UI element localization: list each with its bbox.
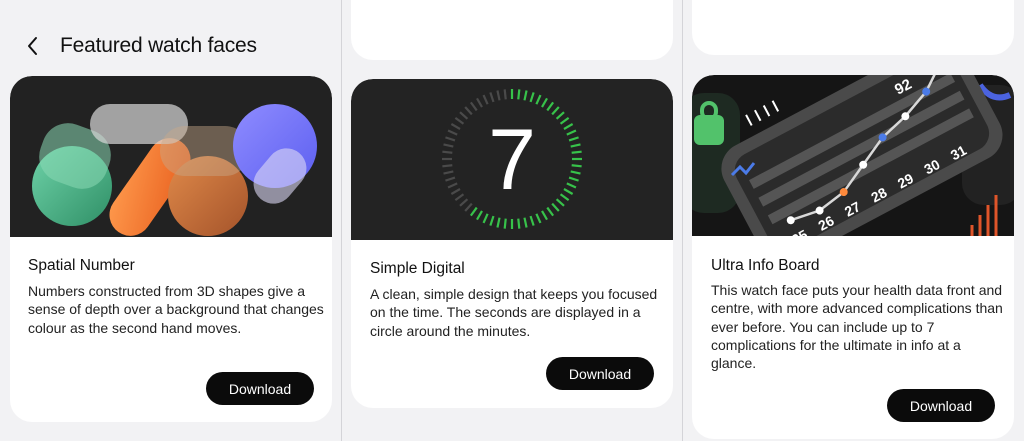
second-tick: [464, 106, 473, 116]
simple-digital-image: 7: [442, 89, 582, 229]
second-tick: [523, 217, 528, 228]
second-tick: [571, 150, 582, 154]
second-tick: [559, 193, 570, 202]
second-tick: [568, 136, 579, 142]
second-tick: [443, 143, 454, 148]
second-tick: [559, 116, 570, 125]
card-description: Numbers constructed from 3D shapes give …: [28, 283, 324, 336]
second-tick: [546, 101, 555, 112]
card-title: Ultra Info Board: [711, 257, 820, 274]
preview-ticks: [745, 100, 780, 126]
second-tick: [555, 198, 565, 207]
second-tick: [551, 106, 560, 116]
preview-digit: 7: [488, 112, 536, 208]
second-tick: [503, 89, 507, 100]
second-tick: [469, 206, 478, 217]
second-tick: [563, 123, 574, 130]
panel-simple-digital: 7 Simple Digital A clean, simple design …: [342, 0, 682, 441]
card-title: Spatial Number: [28, 257, 135, 274]
second-tick: [442, 150, 453, 154]
second-tick: [447, 129, 458, 136]
card-title: Simple Digital: [370, 260, 465, 277]
second-tick: [447, 182, 458, 189]
second-tick: [503, 218, 507, 229]
second-tick: [464, 202, 473, 212]
second-tick: [546, 206, 555, 217]
second-tick: [566, 182, 577, 189]
second-tick: [566, 129, 577, 136]
second-tick: [450, 123, 461, 130]
second-tick: [459, 111, 469, 120]
download-button[interactable]: Download: [206, 372, 314, 405]
second-tick: [541, 210, 548, 221]
second-tick: [568, 176, 579, 182]
second-tick: [476, 210, 483, 221]
ultra-info-board-preview: 25262728293031 92: [692, 75, 1014, 236]
second-tick: [529, 92, 535, 103]
watch-face-card-ultra-info-board[interactable]: 25262728293031 92 Ultra Info Board This …: [692, 75, 1014, 439]
second-tick: [450, 188, 461, 195]
second-tick: [454, 193, 465, 202]
second-tick: [517, 218, 521, 229]
second-tick: [523, 90, 528, 101]
simple-digital-preview: 7: [351, 79, 673, 240]
second-tick: [541, 97, 548, 108]
second-tick: [445, 176, 456, 182]
second-tick: [482, 213, 489, 224]
second-tick: [529, 215, 535, 226]
second-tick: [496, 217, 501, 228]
second-tick: [442, 164, 453, 168]
second-tick: [489, 92, 495, 103]
second-tick: [443, 170, 454, 175]
page-title: Featured watch faces: [60, 34, 257, 57]
spatial-number-preview: [10, 76, 332, 237]
second-tick: [517, 89, 521, 100]
second-tick: [476, 97, 483, 108]
panel-featured-list: Featured watch faces Spatial Number Numb…: [0, 0, 341, 441]
second-tick: [482, 94, 489, 105]
second-tick: [570, 170, 581, 175]
second-tick: [489, 215, 495, 226]
spatial-number-image: [32, 104, 317, 236]
previous-card-bottom: [692, 0, 1014, 55]
ultra-info-board-image: 25262728293031 92: [692, 75, 1014, 236]
previous-card-bottom: [351, 0, 673, 60]
second-tick: [570, 143, 581, 148]
second-tick: [496, 90, 501, 101]
download-button[interactable]: Download: [546, 357, 654, 390]
header: Featured watch faces: [20, 30, 257, 62]
second-tick: [551, 202, 560, 212]
second-tick: [445, 136, 456, 142]
chevron-left-icon: [28, 37, 37, 55]
second-tick: [535, 94, 542, 105]
second-tick: [459, 198, 469, 207]
second-tick: [555, 111, 565, 120]
second-tick: [454, 116, 465, 125]
second-tick: [469, 101, 478, 112]
panel-ultra-info-board: 25262728293031 92 Ultra Info Board This …: [683, 0, 1024, 441]
second-tick: [571, 164, 582, 168]
download-button[interactable]: Download: [887, 389, 995, 422]
second-tick: [535, 213, 542, 224]
second-tick: [563, 188, 574, 195]
back-button[interactable]: [20, 33, 46, 59]
watch-face-card-simple-digital[interactable]: 7 Simple Digital A clean, simple design …: [351, 79, 673, 408]
card-description: This watch face puts your health data fr…: [711, 282, 1003, 372]
watch-face-card-spatial-number[interactable]: Spatial Number Numbers constructed from …: [10, 76, 332, 422]
card-description: A clean, simple design that keeps you fo…: [370, 286, 658, 339]
